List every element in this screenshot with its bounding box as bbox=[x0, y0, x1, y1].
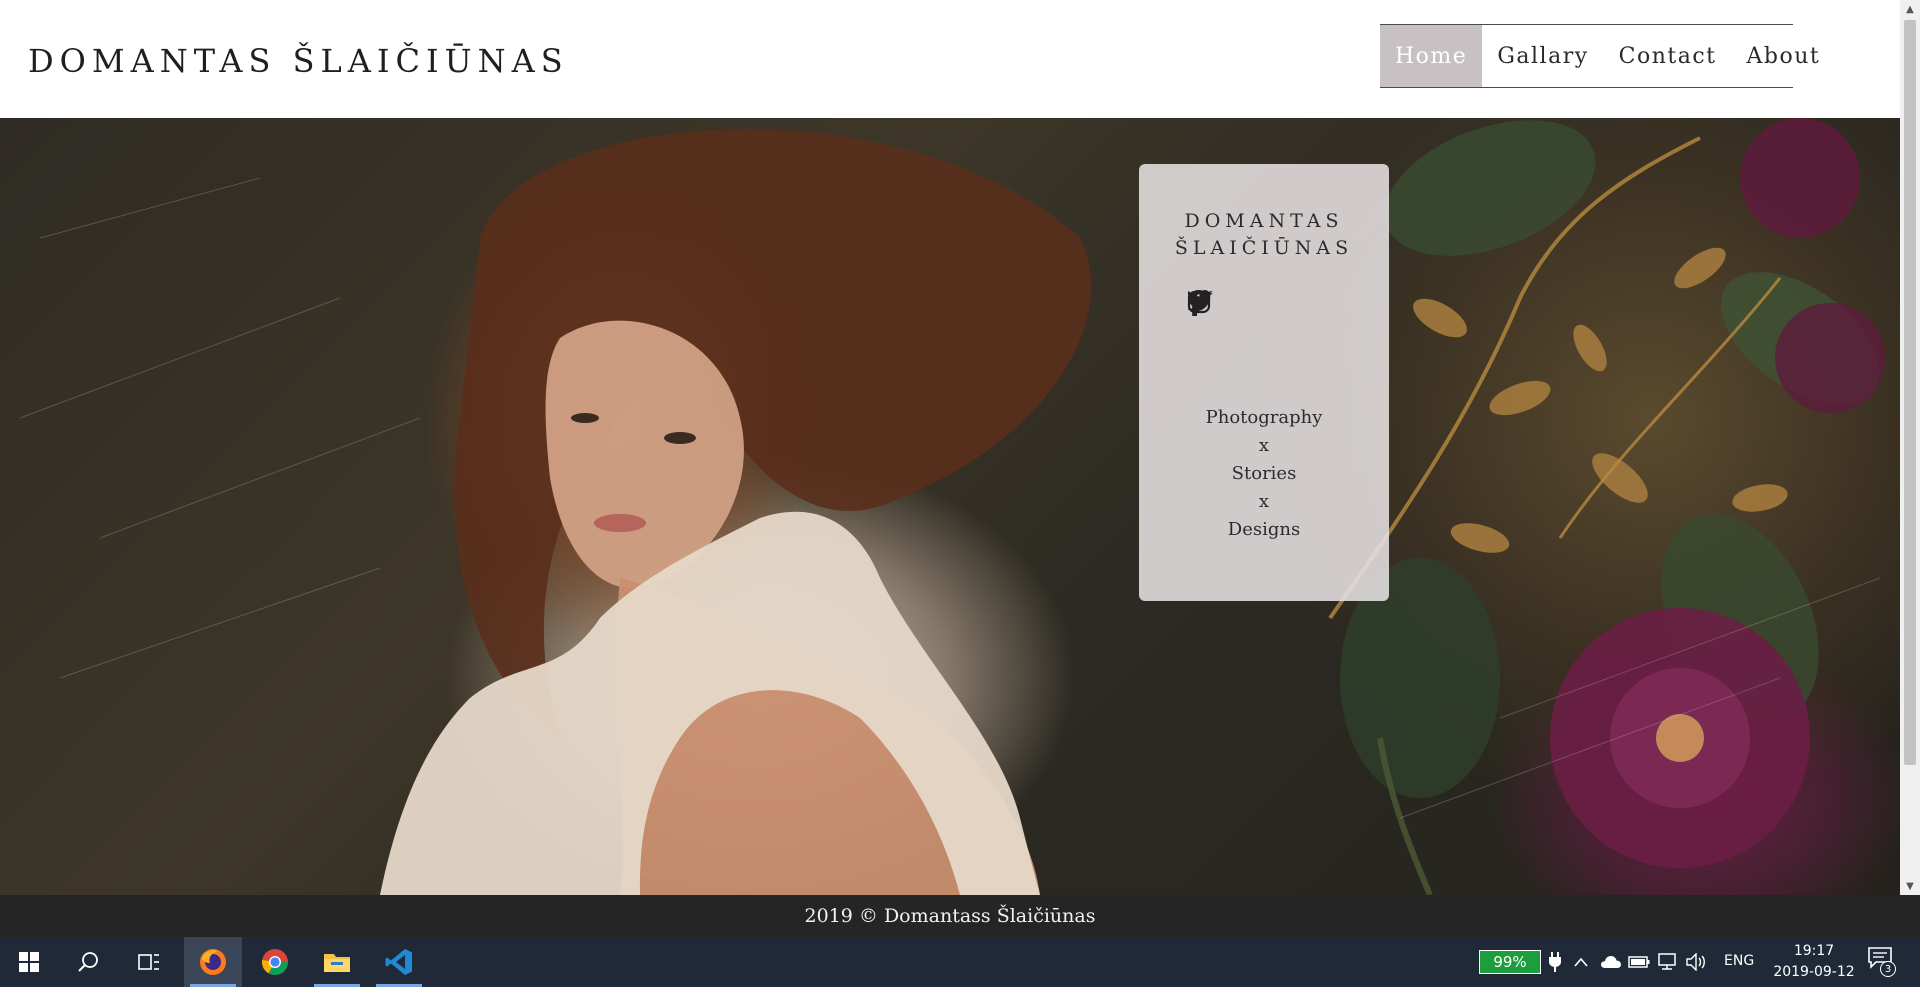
notification-count-badge: 3 bbox=[1880, 961, 1896, 977]
tagline: Photography x Stories x Designs bbox=[1139, 404, 1389, 544]
tagline-designs: Designs bbox=[1227, 519, 1301, 540]
nav-contact[interactable]: Contact bbox=[1604, 25, 1732, 87]
clock-date: 2019-09-12 bbox=[1773, 964, 1855, 980]
windows-start-icon[interactable] bbox=[0, 937, 58, 987]
firefox-icon[interactable] bbox=[184, 937, 242, 987]
social-links bbox=[1187, 290, 1341, 322]
vscode-icon[interactable] bbox=[370, 937, 428, 987]
facebook-icon[interactable] bbox=[1188, 290, 1279, 321]
action-center-icon[interactable]: 3 bbox=[1866, 947, 1898, 977]
battery-tray-icon[interactable] bbox=[1627, 950, 1651, 974]
chrome-icon[interactable] bbox=[246, 937, 304, 987]
power-plug-icon[interactable] bbox=[1543, 950, 1567, 974]
nav-about[interactable]: About bbox=[1732, 25, 1836, 87]
nav-home[interactable]: Home bbox=[1380, 25, 1483, 87]
task-view-icon[interactable] bbox=[120, 937, 178, 987]
chevron-up-icon[interactable] bbox=[1569, 950, 1593, 974]
file-explorer-icon[interactable] bbox=[308, 937, 366, 987]
site-logo[interactable]: DOMANTAS ŠLAIČIŪNAS bbox=[28, 42, 569, 80]
copyright-text: 2019 © Domantass Šlaičiūnas bbox=[804, 905, 1096, 927]
card-name-last: ŠLAIČIŪNAS bbox=[1174, 237, 1354, 259]
info-card: DOMANTAS ŠLAIČIŪNAS Photography x Storie… bbox=[1139, 164, 1389, 601]
hero-background-image bbox=[19, 118, 1885, 895]
battery-indicator[interactable]: 99% bbox=[1479, 950, 1541, 974]
network-icon[interactable] bbox=[1655, 950, 1679, 974]
scroll-up-arrow-icon[interactable]: ▲ bbox=[1900, 0, 1920, 18]
nav-gallary[interactable]: Gallary bbox=[1482, 25, 1603, 87]
tagline-photography: Photography bbox=[1205, 407, 1323, 428]
volume-icon[interactable] bbox=[1685, 950, 1709, 974]
twitter-icon[interactable] bbox=[1187, 290, 1341, 321]
tagline-separator: x bbox=[1258, 491, 1270, 512]
clock-time: 19:17 bbox=[1793, 943, 1835, 959]
card-name-first: DOMANTAS bbox=[1184, 210, 1344, 232]
windows-taskbar: 99% ENG 19:17 2019-09-12 3 bbox=[0, 937, 1920, 987]
tagline-separator: x bbox=[1258, 435, 1270, 456]
hero-section: DOMANTAS ŠLAIČIŪNAS Photography x Storie… bbox=[0, 118, 1900, 895]
input-language[interactable]: ENG bbox=[1724, 953, 1754, 969]
scroll-thumb[interactable] bbox=[1904, 20, 1916, 765]
site-header: DOMANTAS ŠLAIČIŪNAS Home Gallary Contact… bbox=[0, 0, 1900, 118]
scroll-down-arrow-icon[interactable]: ▼ bbox=[1900, 877, 1920, 895]
card-name: DOMANTAS ŠLAIČIŪNAS bbox=[1139, 208, 1389, 262]
page-scrollbar[interactable]: ▲ ▼ bbox=[1900, 0, 1920, 895]
system-clock[interactable]: 19:17 2019-09-12 bbox=[1766, 941, 1862, 983]
site-footer: 2019 © Domantass Šlaičiūnas bbox=[0, 895, 1920, 937]
onedrive-cloud-icon[interactable] bbox=[1599, 950, 1623, 974]
main-nav: Home Gallary Contact About bbox=[1380, 24, 1819, 88]
tagline-stories: Stories bbox=[1231, 463, 1297, 484]
search-icon[interactable] bbox=[60, 937, 118, 987]
